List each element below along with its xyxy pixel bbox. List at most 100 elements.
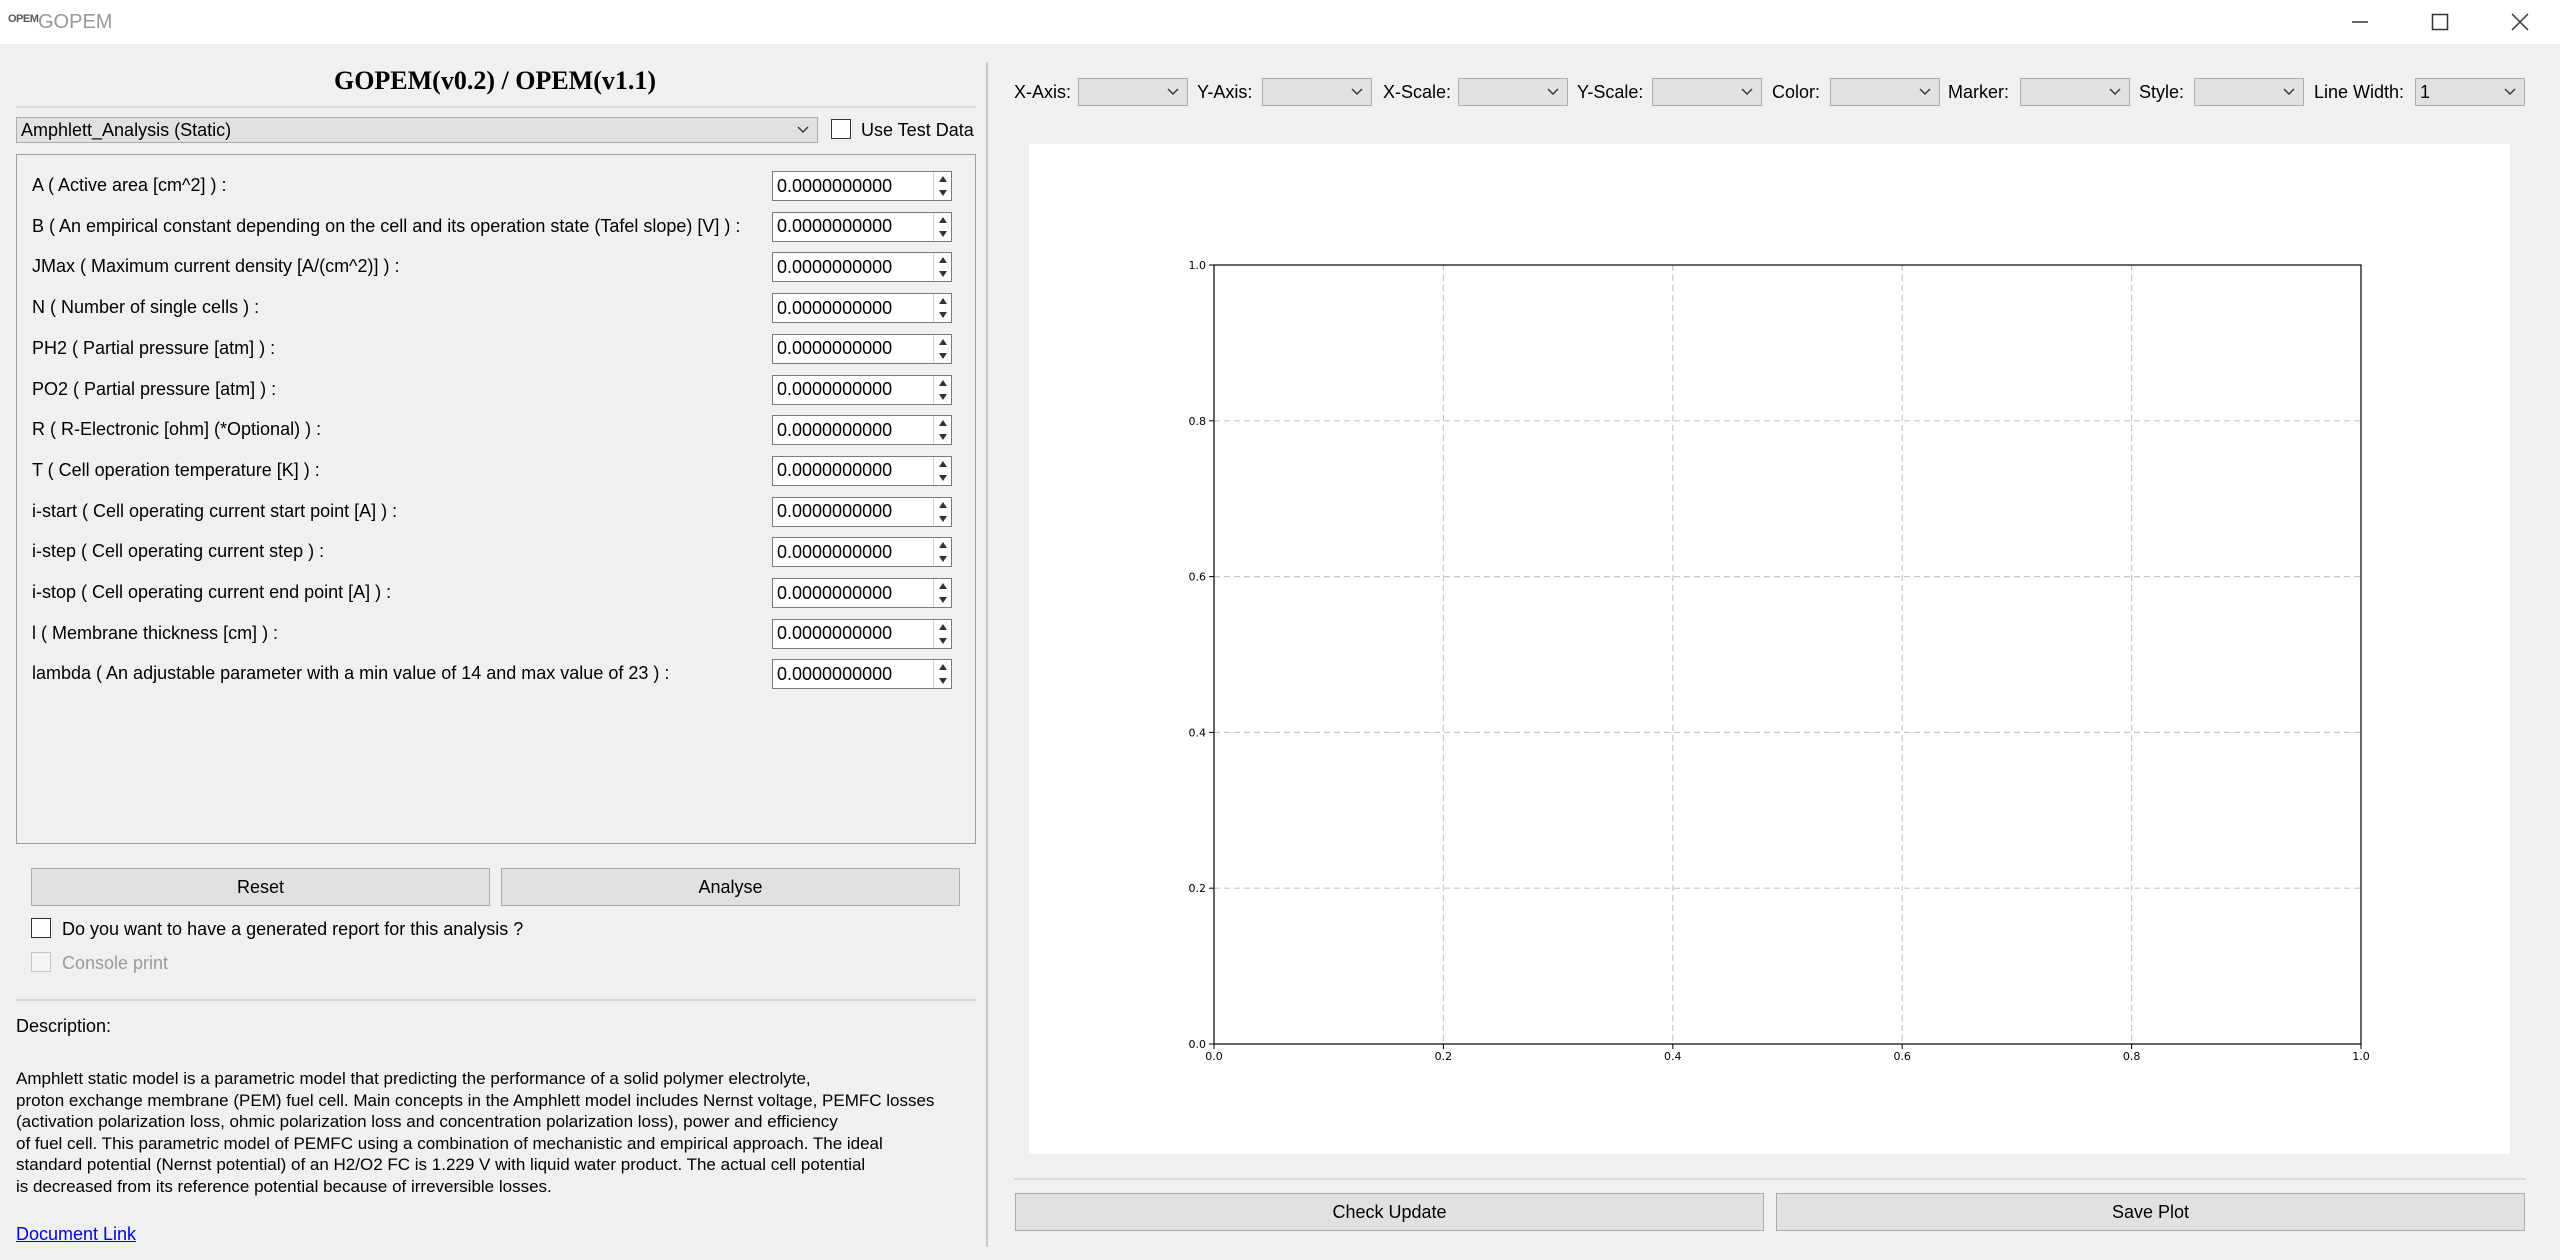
- spin-down-arrow-icon[interactable]: [934, 186, 951, 200]
- description-title: Description:: [16, 1016, 112, 1036]
- param-spinbox[interactable]: [772, 537, 952, 568]
- param-spinbox[interactable]: [772, 659, 952, 690]
- param-input[interactable]: [773, 619, 931, 648]
- spin-up-arrow-icon[interactable]: [934, 172, 951, 186]
- x-axis-select[interactable]: [1078, 78, 1188, 106]
- spin-down-arrow-icon[interactable]: [934, 634, 951, 648]
- spin-buttons: [933, 538, 951, 567]
- description-text: Amphlett static model is a parametric mo…: [16, 1069, 935, 1196]
- panel-splitter[interactable]: [986, 62, 988, 1247]
- x-tick-label: 0.2: [1435, 1050, 1453, 1063]
- spin-up-arrow-icon[interactable]: [934, 294, 951, 308]
- param-input[interactable]: [773, 660, 931, 689]
- marker-select[interactable]: [2020, 78, 2130, 106]
- model-select[interactable]: Amphlett_Analysis (Static): [16, 117, 818, 143]
- model-select-value: Amphlett_Analysis (Static): [21, 120, 232, 140]
- spin-down-arrow-icon[interactable]: [934, 552, 951, 566]
- param-input[interactable]: [773, 334, 931, 363]
- param-spinbox[interactable]: [772, 455, 952, 486]
- report-label: Do you want to have a generated report f…: [62, 919, 524, 939]
- divider: [16, 999, 976, 1001]
- spin-up-arrow-icon[interactable]: [934, 498, 951, 512]
- param-spinbox[interactable]: [772, 171, 952, 201]
- spin-up-arrow-icon[interactable]: [934, 620, 951, 634]
- reset-button[interactable]: Reset: [31, 868, 490, 906]
- param-spinbox[interactable]: [772, 578, 952, 608]
- document-link[interactable]: Document Link: [16, 1224, 136, 1245]
- spin-down-arrow-icon[interactable]: [934, 512, 951, 526]
- chevron-down-icon: [1917, 79, 1933, 105]
- param-input[interactable]: [773, 294, 931, 323]
- close-button[interactable]: [2480, 0, 2560, 44]
- spin-down-arrow-icon[interactable]: [934, 430, 951, 444]
- console-print-label: Console print: [62, 953, 169, 973]
- param-input[interactable]: [773, 579, 931, 607]
- param-label: i-step ( Cell operating current step ) :: [32, 541, 325, 562]
- param-spinbox[interactable]: [772, 374, 952, 405]
- param-spinbox[interactable]: [772, 496, 952, 527]
- y-scale-select[interactable]: [1652, 78, 1762, 106]
- spin-down-arrow-icon[interactable]: [934, 593, 951, 607]
- param-input[interactable]: [773, 538, 931, 567]
- spin-down-arrow-icon[interactable]: [934, 349, 951, 363]
- param-label: JMax ( Maximum current density [A/(cm^2)…: [32, 256, 400, 277]
- spin-up-arrow-icon[interactable]: [934, 416, 951, 430]
- axes-frame: [1213, 264, 2362, 1045]
- y-tick-label: 1.0: [1189, 259, 1207, 272]
- spin-down-arrow-icon[interactable]: [934, 308, 951, 322]
- param-spinbox[interactable]: [772, 211, 952, 242]
- spin-down-arrow-icon[interactable]: [934, 471, 951, 485]
- line-width-select[interactable]: 1: [2415, 78, 2525, 106]
- page-title: GOPEM(v0.2) / OPEM(v1.1): [333, 66, 657, 95]
- param-row: PO2 ( Partial pressure [atm] ) :: [17, 369, 975, 409]
- x-scale-select[interactable]: [1458, 78, 1568, 106]
- y-axis-select[interactable]: [1262, 78, 1372, 106]
- param-row: A ( Active area [cm^2] ) :: [17, 165, 975, 205]
- spin-up-arrow-icon[interactable]: [934, 376, 951, 390]
- spin-buttons: [933, 375, 951, 404]
- param-input[interactable]: [773, 375, 931, 404]
- line-width-value: 1: [2420, 82, 2431, 102]
- close-icon: [2511, 13, 2529, 31]
- use-test-data-checkbox[interactable]: [831, 119, 851, 139]
- param-spinbox[interactable]: [772, 618, 952, 649]
- spin-up-arrow-icon[interactable]: [934, 579, 951, 593]
- analyse-button[interactable]: Analyse: [501, 868, 960, 906]
- spin-down-arrow-icon[interactable]: [934, 390, 951, 404]
- color-select[interactable]: [1830, 78, 1940, 106]
- spin-buttons: [933, 212, 951, 241]
- param-input[interactable]: [773, 172, 931, 200]
- spin-down-arrow-icon[interactable]: [934, 267, 951, 281]
- spin-down-arrow-icon[interactable]: [934, 227, 951, 241]
- param-input[interactable]: [773, 497, 931, 526]
- param-spinbox[interactable]: [772, 293, 952, 324]
- param-input[interactable]: [773, 456, 931, 485]
- spin-up-arrow-icon[interactable]: [934, 253, 951, 267]
- param-spinbox[interactable]: [772, 333, 952, 364]
- report-checkbox[interactable]: [31, 918, 51, 938]
- chevron-down-icon: [1739, 79, 1755, 105]
- param-input[interactable]: [773, 416, 931, 445]
- spin-up-arrow-icon[interactable]: [934, 335, 951, 349]
- param-spinbox[interactable]: [772, 415, 952, 446]
- minimize-button[interactable]: [2320, 0, 2400, 44]
- param-spinbox[interactable]: [772, 252, 952, 283]
- param-row: lambda ( An adjustable parameter with a …: [17, 653, 975, 693]
- param-input[interactable]: [773, 212, 931, 241]
- param-row: JMax ( Maximum current density [A/(cm^2)…: [17, 246, 975, 286]
- spin-down-arrow-icon[interactable]: [934, 674, 951, 688]
- check-update-button[interactable]: Check Update: [1015, 1193, 1764, 1231]
- spin-up-arrow-icon[interactable]: [934, 457, 951, 471]
- y-tick-label: 0.2: [1189, 882, 1207, 895]
- style-label: Style:: [2139, 82, 2185, 102]
- param-row: PH2 ( Partial pressure [atm] ) :: [17, 328, 975, 368]
- style-select[interactable]: [2194, 78, 2304, 106]
- spin-up-arrow-icon[interactable]: [934, 538, 951, 552]
- spin-up-arrow-icon[interactable]: [934, 660, 951, 674]
- save-plot-button[interactable]: Save Plot: [1776, 1193, 2525, 1231]
- console-print-checkbox[interactable]: [31, 952, 51, 972]
- spin-up-arrow-icon[interactable]: [934, 213, 951, 227]
- maximize-button[interactable]: [2400, 0, 2480, 44]
- chevron-down-icon: [2107, 79, 2123, 105]
- param-input[interactable]: [773, 253, 931, 282]
